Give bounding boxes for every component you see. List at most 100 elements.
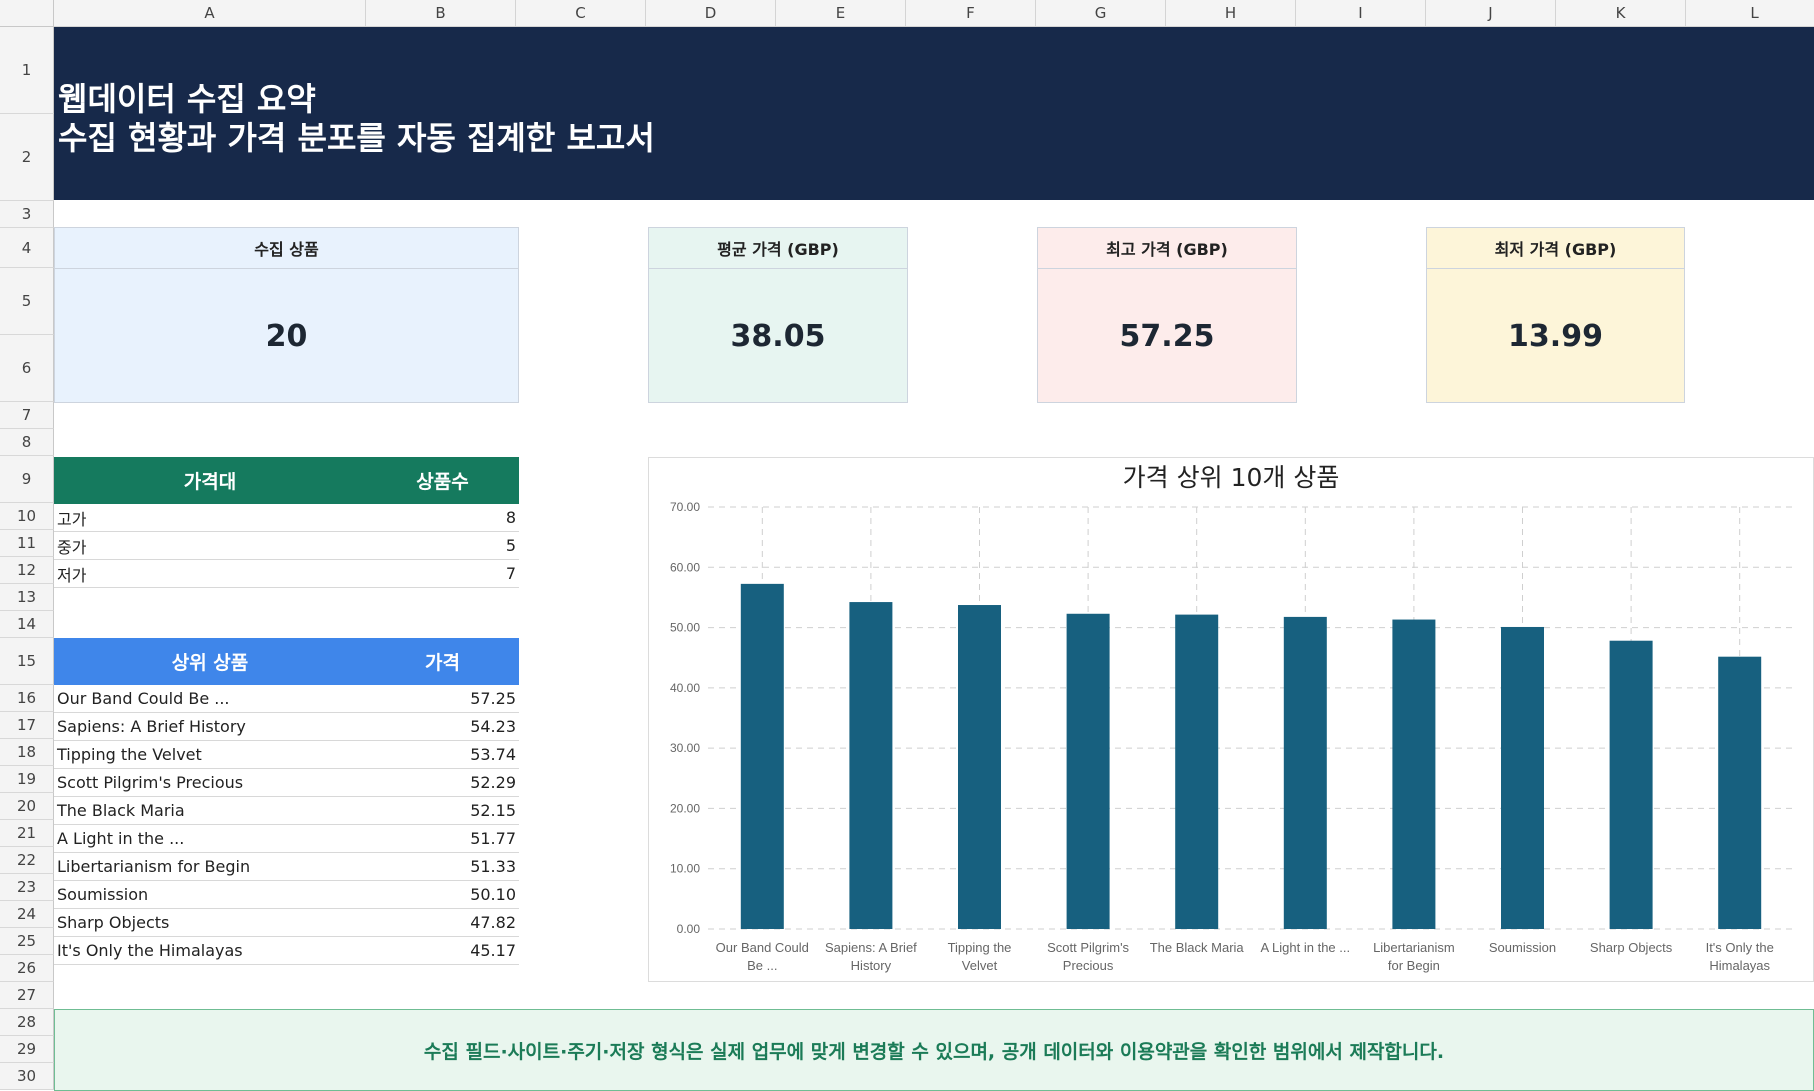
product-name: Our Band Could Be ... xyxy=(57,689,230,708)
x-tick-label: It's Only the xyxy=(1706,940,1774,955)
table-row[interactable]: Libertarianism for Begin 51.33 xyxy=(54,853,519,881)
row-header-17[interactable]: 17 xyxy=(0,712,54,739)
table-row[interactable]: The Black Maria 52.15 xyxy=(54,797,519,825)
bar[interactable] xyxy=(1175,614,1219,929)
column-header-d[interactable]: D xyxy=(646,0,776,27)
product-price: 51.33 xyxy=(470,857,516,876)
product-name: Soumission xyxy=(57,885,149,904)
row-header-29[interactable]: 29 xyxy=(0,1036,54,1063)
column-header-l[interactable]: L xyxy=(1686,0,1814,27)
bar-chart[interactable]: 0.00 10.00 20.00 30.00 40.00 50.00 60.00 70.00 O… xyxy=(648,457,1814,982)
row-header-22[interactable]: 22 xyxy=(0,847,54,874)
kpi-card-max-price[interactable]: 최고 가격 (GBP) 57.25 xyxy=(1037,227,1297,403)
header-top-product[interactable]: 상위 상품 xyxy=(54,648,366,675)
column-header-k[interactable]: K xyxy=(1556,0,1686,27)
header-price-band[interactable]: 가격대 xyxy=(54,467,366,494)
row-header-12[interactable]: 12 xyxy=(0,557,54,584)
column-header-b[interactable]: B xyxy=(366,0,516,27)
table-row[interactable]: Soumission 50.10 xyxy=(54,881,519,909)
column-header-f[interactable]: F xyxy=(906,0,1036,27)
row-header-6[interactable]: 6 xyxy=(0,335,54,402)
bar[interactable] xyxy=(1392,619,1436,929)
top-products-header-row: 상위 상품 가격 xyxy=(54,638,519,685)
row-header-11[interactable]: 11 xyxy=(0,530,54,557)
kpi-card-collected-items[interactable]: 수집 상품 20 xyxy=(54,227,519,403)
column-header-a[interactable]: A xyxy=(54,0,366,27)
row-header-27[interactable]: 27 xyxy=(0,982,54,1009)
header-price[interactable]: 가격 xyxy=(366,648,519,675)
row-header-20[interactable]: 20 xyxy=(0,793,54,820)
report-subtitle[interactable]: 수집 현황과 가격 분포를 자동 집계한 보고서 xyxy=(58,113,655,159)
row-header-24[interactable]: 24 xyxy=(0,901,54,928)
column-header-i[interactable]: I xyxy=(1296,0,1426,27)
row-header-21[interactable]: 21 xyxy=(0,820,54,847)
bar[interactable] xyxy=(1283,616,1327,929)
row-header-7[interactable]: 7 xyxy=(0,402,54,429)
row-header-13[interactable]: 13 xyxy=(0,584,54,611)
product-price: 52.29 xyxy=(470,773,516,792)
row-header-9[interactable]: 9 xyxy=(0,456,54,503)
table-row[interactable]: It's Only the Himalayas 45.17 xyxy=(54,937,519,965)
row-header-25[interactable]: 25 xyxy=(0,928,54,955)
row-header-30[interactable]: 30 xyxy=(0,1063,54,1090)
x-tick-label: A Light in the ... xyxy=(1260,940,1350,955)
column-header-g[interactable]: G xyxy=(1036,0,1166,27)
column-header-j[interactable]: J xyxy=(1426,0,1556,27)
table-row[interactable]: Tipping the Velvet 53.74 xyxy=(54,741,519,769)
bar[interactable] xyxy=(740,583,784,929)
x-tick-label: Soumission xyxy=(1489,940,1556,955)
table-row[interactable]: Scott Pilgrim's Precious 52.29 xyxy=(54,769,519,797)
sheet-corner[interactable] xyxy=(0,0,54,27)
table-row[interactable]: 고가 8 xyxy=(54,504,519,532)
row-header-10[interactable]: 10 xyxy=(0,503,54,530)
kpi-card-average-price[interactable]: 평균 가격 (GBP) 38.05 xyxy=(648,227,908,403)
x-tick-label: Be ... xyxy=(747,958,777,973)
kpi-value: 57.25 xyxy=(1119,318,1215,354)
row-header-28[interactable]: 28 xyxy=(0,1009,54,1036)
row-header-15[interactable]: 15 xyxy=(0,638,54,685)
y-tick-label: 60.00 xyxy=(670,560,700,574)
row-header-18[interactable]: 18 xyxy=(0,739,54,766)
row-header-8[interactable]: 8 xyxy=(0,429,54,456)
kpi-card-min-price[interactable]: 최저 가격 (GBP) 13.99 xyxy=(1426,227,1685,403)
x-tick-label: Sapiens: A Brief xyxy=(825,940,917,955)
table-row[interactable]: 저가 7 xyxy=(54,560,519,588)
row-header-14[interactable]: 14 xyxy=(0,611,54,638)
kpi-value: 20 xyxy=(265,318,308,354)
bar[interactable] xyxy=(849,602,893,929)
table-row[interactable]: Sharp Objects 47.82 xyxy=(54,909,519,937)
row-header-5[interactable]: 5 xyxy=(0,268,54,335)
table-row[interactable]: A Light in the ... 51.77 xyxy=(54,825,519,853)
row-header-3[interactable]: 3 xyxy=(0,201,54,228)
kpi-label: 수집 상품 xyxy=(55,228,518,269)
table-row[interactable]: Our Band Could Be ... 57.25 xyxy=(54,685,519,713)
column-header-e[interactable]: E xyxy=(776,0,906,27)
table-row[interactable]: 중가 5 xyxy=(54,532,519,560)
product-price: 57.25 xyxy=(470,689,516,708)
row-header-16[interactable]: 16 xyxy=(0,685,54,712)
column-header-h[interactable]: H xyxy=(1166,0,1296,27)
product-name: Sapiens: A Brief History xyxy=(57,717,246,736)
bar[interactable] xyxy=(1609,640,1653,929)
table-row[interactable]: Sapiens: A Brief History 54.23 xyxy=(54,713,519,741)
row-header-1[interactable]: 1 xyxy=(0,27,54,114)
product-price: 47.82 xyxy=(470,913,516,932)
bar[interactable] xyxy=(1501,626,1544,929)
kpi-value: 38.05 xyxy=(730,318,826,354)
row-header-26[interactable]: 26 xyxy=(0,955,54,982)
footer-note[interactable]: 수집 필드·사이트·주기·저장 형식은 실제 업무에 맞게 변경할 수 있으며,… xyxy=(54,1009,1814,1091)
row-header-2[interactable]: 2 xyxy=(0,114,54,201)
row-header-23[interactable]: 23 xyxy=(0,874,54,901)
y-tick-label: 30.00 xyxy=(670,741,700,755)
header-item-count[interactable]: 상품수 xyxy=(366,467,519,494)
row-header-19[interactable]: 19 xyxy=(0,766,54,793)
product-name: The Black Maria xyxy=(57,801,185,820)
bar[interactable] xyxy=(1718,656,1762,929)
y-tick-label: 0.00 xyxy=(677,922,701,936)
column-header-c[interactable]: C xyxy=(516,0,646,27)
row-header-4[interactable]: 4 xyxy=(0,228,54,268)
bar[interactable] xyxy=(958,605,1001,929)
x-tick-label: Tipping the xyxy=(948,940,1012,955)
bar[interactable] xyxy=(1066,613,1110,929)
price-band-count: 5 xyxy=(505,536,516,555)
